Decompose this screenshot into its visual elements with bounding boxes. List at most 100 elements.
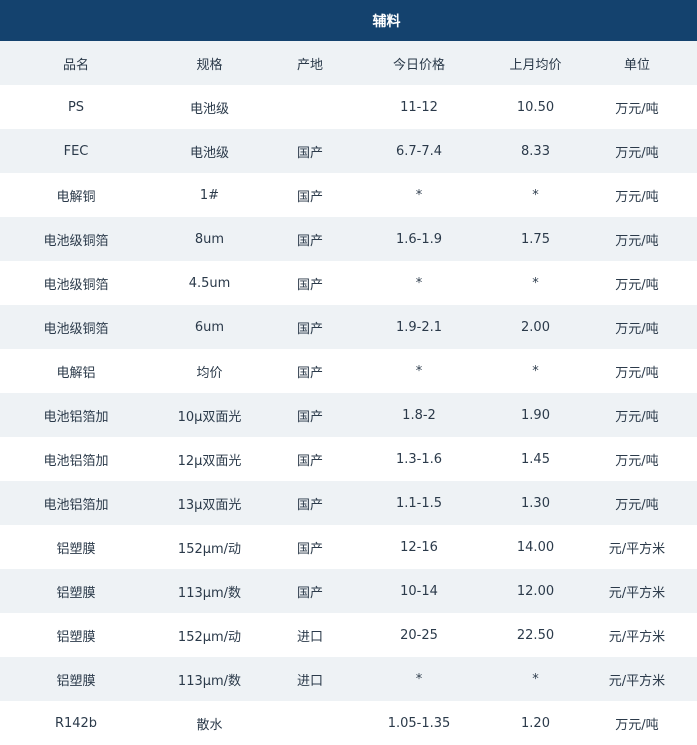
cell-spec: 4.5um <box>188 275 231 291</box>
cell-spec: 113μm/数 <box>177 673 242 689</box>
cell-spec: 152μm/动 <box>177 541 242 557</box>
header-today-price: 今日价格 <box>392 57 445 73</box>
cell-name: 电池级铜箔 <box>43 321 109 337</box>
cell-today-price: 1.3-1.6 <box>395 451 443 467</box>
cell-today-price: * <box>415 671 423 687</box>
cell-origin: 国产 <box>297 233 324 249</box>
cell-unit: 万元/吨 <box>615 233 659 249</box>
cell-origin: 国产 <box>297 409 324 425</box>
cell-unit: 万元/吨 <box>615 365 659 381</box>
cell-last-month-avg: * <box>532 275 539 291</box>
cell-last-month-avg: 22.50 <box>516 627 555 643</box>
table-row: 电池铝箔加 13μ双面光 国产 1.1-1.5 1.30 万元/吨 <box>0 481 697 525</box>
cell-last-month-avg: 1.30 <box>521 495 550 511</box>
cell-origin: 国产 <box>297 145 324 161</box>
cell-last-month-avg: 1.45 <box>521 451 550 467</box>
cell-last-month-avg: 10.50 <box>516 99 555 115</box>
table-title: 辅料 <box>0 0 697 41</box>
table-body: PS 电池级 11-12 10.50 万元/吨 FEC 电池级 国产 6.7-7.4 8.33 万元… <box>0 85 697 745</box>
cell-last-month-avg: * <box>532 187 539 203</box>
cell-name: 电池级铜箔 <box>43 233 109 249</box>
table-row: 电池级铜箔 6um 国产 1.9-2.1 2.00 万元/吨 <box>0 305 697 349</box>
cell-origin: 进口 <box>297 629 324 645</box>
cell-unit: 万元/吨 <box>615 277 659 293</box>
cell-name: 电池级铜箔 <box>43 277 109 293</box>
table-row: PS 电池级 11-12 10.50 万元/吨 <box>0 85 697 129</box>
cell-origin: 国产 <box>297 321 324 337</box>
cell-origin <box>267 701 344 745</box>
cell-today-price: 20-25 <box>400 627 438 643</box>
cell-name: 电解铝 <box>56 365 96 381</box>
cell-today-price: 12-16 <box>400 539 438 555</box>
cell-name: 电解铜 <box>56 189 96 205</box>
cell-today-price: 1.05-1.35 <box>387 715 451 731</box>
table-row: 电解铜 1# 国产 * * 万元/吨 <box>0 173 697 217</box>
cell-name: 铝塑膜 <box>56 629 96 645</box>
cell-name: 铝塑膜 <box>56 541 96 557</box>
cell-unit: 元/平方米 <box>608 673 666 689</box>
cell-last-month-avg: 1.90 <box>521 407 550 423</box>
cell-last-month-avg: 1.75 <box>521 231 550 247</box>
cell-last-month-avg: 8.33 <box>521 143 550 159</box>
header-origin: 产地 <box>297 57 324 73</box>
cell-origin: 国产 <box>297 277 324 293</box>
cell-origin: 国产 <box>297 585 324 601</box>
cell-today-price: * <box>415 275 423 291</box>
cell-origin: 国产 <box>297 541 324 557</box>
cell-today-price: 1.8-2 <box>402 407 436 423</box>
cell-unit: 万元/吨 <box>615 453 659 469</box>
table-row: 电池级铜箔 8um 国产 1.6-1.9 1.75 万元/吨 <box>0 217 697 261</box>
table-row: 电池铝箔加 10μ双面光 国产 1.8-2 1.90 万元/吨 <box>0 393 697 437</box>
cell-today-price: * <box>415 187 423 203</box>
cell-today-price: 6.7-7.4 <box>395 143 443 159</box>
cell-unit: 万元/吨 <box>615 101 659 117</box>
cell-spec: 13μ双面光 <box>177 497 242 513</box>
cell-today-price: * <box>415 363 423 379</box>
table-row: 电解铝 均价 国产 * * 万元/吨 <box>0 349 697 393</box>
cell-last-month-avg: * <box>532 671 539 687</box>
cell-name: 电池铝箔加 <box>43 497 109 513</box>
table-row: 铝塑膜 113μm/数 进口 * * 元/平方米 <box>0 657 697 701</box>
header-row: 品名 规格 产地 今日价格 上月均价 单位 <box>0 41 697 85</box>
cell-spec: 散水 <box>196 717 223 733</box>
table-row: 电池铝箔加 12μ双面光 国产 1.3-1.6 1.45 万元/吨 <box>0 437 697 481</box>
cell-spec: 12μ双面光 <box>177 453 242 469</box>
cell-origin: 国产 <box>297 497 324 513</box>
cell-today-price: 1.6-1.9 <box>395 231 443 247</box>
cell-name: 铝塑膜 <box>56 673 96 689</box>
cell-spec: 1# <box>199 187 220 203</box>
cell-spec: 10μ双面光 <box>177 409 242 425</box>
cell-today-price: 1.9-2.1 <box>395 319 443 335</box>
cell-origin: 国产 <box>297 365 324 381</box>
cell-unit: 万元/吨 <box>615 717 659 733</box>
cell-spec: 电池级 <box>189 145 229 161</box>
cell-unit: 元/平方米 <box>608 541 666 557</box>
cell-unit: 万元/吨 <box>615 145 659 161</box>
cell-last-month-avg: 12.00 <box>516 583 555 599</box>
price-table: 品名 规格 产地 今日价格 上月均价 单位 PS 电池级 11-12 10.50 万元/… <box>0 41 697 745</box>
table-row: 铝塑膜 152μm/动 国产 12-16 14.00 元/平方米 <box>0 525 697 569</box>
cell-today-price: 10-14 <box>400 583 438 599</box>
cell-last-month-avg: * <box>532 363 539 379</box>
table-row: 铝塑膜 113μm/数 国产 10-14 12.00 元/平方米 <box>0 569 697 613</box>
cell-name: R142b <box>54 715 98 731</box>
cell-spec: 8um <box>194 231 225 247</box>
cell-name: PS <box>67 99 85 115</box>
price-table-panel: 辅料 品名 规格 产地 今日价格 上月均价 单位 PS 电池级 11-12 10.50… <box>0 0 697 745</box>
cell-name: 电池铝箔加 <box>43 453 109 469</box>
header-name: 品名 <box>62 57 89 73</box>
cell-spec: 6um <box>194 319 225 335</box>
cell-last-month-avg: 2.00 <box>521 319 550 335</box>
cell-unit: 万元/吨 <box>615 409 659 425</box>
cell-last-month-avg: 14.00 <box>516 539 555 555</box>
cell-origin: 国产 <box>297 189 324 205</box>
cell-spec: 113μm/数 <box>177 585 242 601</box>
cell-origin: 进口 <box>297 673 324 689</box>
cell-name: FEC <box>63 143 89 159</box>
cell-unit: 万元/吨 <box>615 189 659 205</box>
cell-today-price: 11-12 <box>400 99 438 115</box>
cell-unit: 元/平方米 <box>608 585 666 601</box>
cell-origin <box>267 85 344 129</box>
header-last-month-avg: 上月均价 <box>509 57 562 73</box>
cell-last-month-avg: 1.20 <box>521 715 550 731</box>
